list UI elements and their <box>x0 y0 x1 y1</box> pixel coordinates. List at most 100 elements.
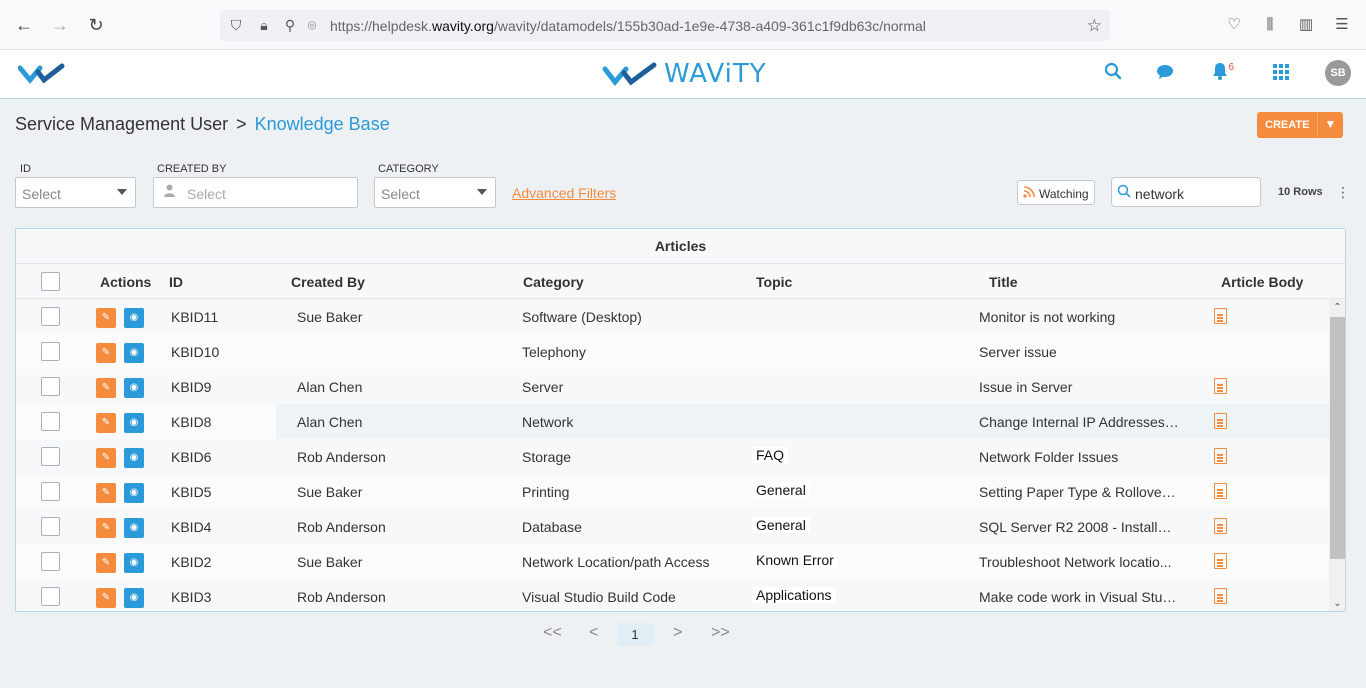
column-header-created-by[interactable]: Created By <box>291 274 365 290</box>
cell-title[interactable]: Network Folder Issues <box>979 449 1179 465</box>
cell-title[interactable]: Server issue <box>979 344 1179 360</box>
document-icon[interactable] <box>1214 413 1227 429</box>
edit-icon[interactable]: ✎ <box>96 483 116 503</box>
advanced-filters-link[interactable]: Advanced Filters <box>512 185 616 201</box>
bookmark-star-icon[interactable]: ☆ <box>1087 16 1102 36</box>
edit-icon[interactable]: ✎ <box>96 413 116 433</box>
column-header-title[interactable]: Title <box>989 274 1018 290</box>
chevron-down-icon[interactable]: ▼ <box>1317 112 1343 138</box>
scrollbar-thumb[interactable] <box>1330 317 1345 559</box>
view-eye-icon[interactable]: ◉ <box>124 378 144 398</box>
table-row[interactable]: ✎ ◉ KBID4 Rob Anderson Database General SQL Se… <box>16 509 1329 544</box>
cell-title[interactable]: Make code work in Visual Stud... <box>979 589 1179 605</box>
document-icon[interactable] <box>1214 308 1227 324</box>
avatar[interactable]: SB <box>1325 60 1351 86</box>
permissions-icon[interactable]: ⚲ <box>282 17 298 33</box>
edit-icon[interactable]: ✎ <box>96 308 116 328</box>
id-filter-select[interactable]: Select <box>15 177 136 208</box>
column-header-id[interactable]: ID <box>169 274 183 290</box>
edit-icon[interactable]: ✎ <box>96 518 116 538</box>
edit-icon[interactable]: ✎ <box>96 378 116 398</box>
view-eye-icon[interactable]: ◉ <box>124 343 144 363</box>
view-eye-icon[interactable]: ◉ <box>124 483 144 503</box>
back-arrow-icon[interactable]: ← <box>12 13 36 37</box>
column-header-article-body[interactable]: Article Body <box>1221 274 1303 290</box>
scroll-down-icon[interactable]: ⌄ <box>1329 597 1345 611</box>
table-row[interactable]: ✎ ◉ KBID2 Sue Baker Network Location/path Ac… <box>16 544 1329 579</box>
chat-icon[interactable] <box>1153 62 1177 86</box>
row-checkbox[interactable] <box>41 517 60 536</box>
document-icon[interactable] <box>1214 553 1227 569</box>
grid-scrollbar[interactable]: ⌃ ⌄ <box>1329 299 1345 611</box>
scroll-up-icon[interactable]: ⌃ <box>1329 301 1345 315</box>
table-row[interactable]: ✎ ◉ KBID9 Alan Chen Server Issue in Server <box>16 369 1329 404</box>
table-row[interactable]: ✎ ◉ KBID10 Telephony Server issue <box>16 334 1329 369</box>
table-row[interactable]: ✎ ◉ KBID5 Sue Baker Printing General Setting P… <box>16 474 1329 509</box>
library-icon[interactable]: ⫼ <box>1260 15 1280 35</box>
document-icon[interactable] <box>1214 448 1227 464</box>
category-filter-select[interactable]: Select <box>374 177 496 208</box>
table-row[interactable]: ✎ ◉ KBID3 Rob Anderson Visual Studio Build C… <box>16 579 1329 611</box>
shield-icon[interactable]: ⛉ <box>228 17 244 33</box>
current-page[interactable]: 1 <box>617 623 653 646</box>
view-eye-icon[interactable]: ◉ <box>124 588 144 608</box>
apps-grid-icon[interactable] <box>1269 62 1293 86</box>
search-input[interactable]: network <box>1111 177 1261 207</box>
table-row[interactable]: ✎ ◉ KBID6 Rob Anderson Storage FAQ Network Fol… <box>16 439 1329 474</box>
row-checkbox[interactable] <box>41 552 60 571</box>
row-checkbox[interactable] <box>41 342 60 361</box>
created-by-filter-input[interactable]: Select <box>153 177 358 208</box>
view-eye-icon[interactable]: ◉ <box>124 553 144 573</box>
row-checkbox[interactable] <box>41 447 60 466</box>
search-icon[interactable] <box>1101 62 1125 86</box>
row-checkbox[interactable] <box>41 377 60 396</box>
prev-page-button[interactable]: < <box>589 624 598 642</box>
location-icon[interactable]: ⌾ <box>304 17 320 33</box>
notification-bell-icon[interactable]: 6 <box>1208 62 1234 86</box>
rows-count[interactable]: 10 Rows <box>1278 186 1323 198</box>
view-eye-icon[interactable]: ◉ <box>124 413 144 433</box>
create-button[interactable]: CREATE ▼ <box>1257 112 1343 138</box>
column-header-category[interactable]: Category <box>523 274 584 290</box>
row-checkbox[interactable] <box>41 307 60 326</box>
breadcrumb-root[interactable]: Service Management User <box>15 114 228 134</box>
cell-title[interactable]: Troubleshoot Network locatio... <box>979 554 1179 570</box>
table-row[interactable]: ✎ ◉ KBID11 Sue Baker Software (Desktop) Monit… <box>16 299 1329 334</box>
document-icon[interactable] <box>1214 518 1227 534</box>
home-logo-icon[interactable] <box>17 62 68 89</box>
cell-title[interactable]: Change Internal IP Addresses ... <box>979 414 1179 430</box>
row-checkbox[interactable] <box>41 587 60 606</box>
cell-title[interactable]: SQL Server R2 2008 - Installat... <box>979 519 1179 535</box>
view-eye-icon[interactable]: ◉ <box>124 308 144 328</box>
more-options-icon[interactable]: ⋮ <box>1336 184 1350 201</box>
last-page-button[interactable]: >> <box>711 624 730 642</box>
forward-arrow-icon[interactable]: → <box>48 13 72 37</box>
pocket-icon[interactable]: ♡ <box>1224 15 1244 35</box>
watching-button[interactable]: Watching <box>1017 180 1095 205</box>
document-icon[interactable] <box>1214 378 1227 394</box>
url-text[interactable]: https://helpdesk.wavity.org/wavity/datam… <box>330 18 926 34</box>
address-bar[interactable]: ⛉ 🔒︎ ⚲ ⌾ https://helpdesk.wavity.org/wav… <box>220 10 1110 41</box>
document-icon[interactable] <box>1214 588 1227 604</box>
edit-icon[interactable]: ✎ <box>96 553 116 573</box>
edit-icon[interactable]: ✎ <box>96 343 116 363</box>
reload-icon[interactable]: ↻ <box>84 13 108 37</box>
cell-title[interactable]: Setting Paper Type & Rollover ... <box>979 484 1179 500</box>
next-page-button[interactable]: > <box>673 624 682 642</box>
view-eye-icon[interactable]: ◉ <box>124 448 144 468</box>
cell-title[interactable]: Monitor is not working <box>979 309 1179 325</box>
edit-icon[interactable]: ✎ <box>96 588 116 608</box>
view-eye-icon[interactable]: ◉ <box>124 518 144 538</box>
cell-title[interactable]: Issue in Server <box>979 379 1179 395</box>
document-icon[interactable] <box>1214 483 1227 499</box>
menu-icon[interactable]: ☰ <box>1332 15 1352 35</box>
row-checkbox[interactable] <box>41 482 60 501</box>
row-checkbox[interactable] <box>41 412 60 431</box>
table-row[interactable]: ✎ ◉ KBID8 Alan Chen Network Change Internal I… <box>16 404 1329 439</box>
sidebar-icon[interactable]: ▥ <box>1296 15 1316 35</box>
lock-icon[interactable]: 🔒︎ <box>256 17 272 33</box>
column-header-topic[interactable]: Topic <box>756 274 792 290</box>
first-page-button[interactable]: << <box>543 624 562 642</box>
select-all-checkbox[interactable] <box>41 272 60 291</box>
edit-icon[interactable]: ✎ <box>96 448 116 468</box>
